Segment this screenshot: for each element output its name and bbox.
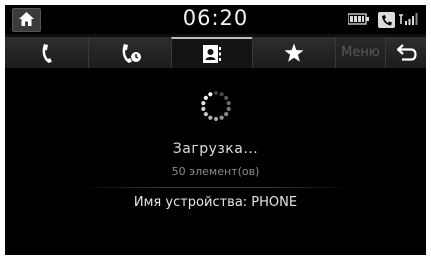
tab-call-log[interactable] xyxy=(5,37,88,68)
spinner-dot xyxy=(226,101,231,106)
spinner-dot xyxy=(208,92,213,97)
head-unit-screen: 06:20 Меню Загрузка... 50 элемент(ов) Им… xyxy=(5,5,426,255)
back-button[interactable] xyxy=(385,37,426,68)
spinner-dot xyxy=(226,106,231,111)
bluetooth-phone-icon xyxy=(378,12,395,28)
spinner-dot xyxy=(219,115,224,120)
spinner-dot xyxy=(203,95,208,100)
tab-contacts[interactable] xyxy=(171,37,252,68)
spinner-dot xyxy=(208,115,213,120)
signal-icon xyxy=(399,13,418,25)
spinner-dot xyxy=(224,95,229,100)
spinner-dot xyxy=(203,112,208,117)
status-bar: 06:20 xyxy=(5,5,426,34)
spinner-dot xyxy=(224,112,229,117)
star-icon xyxy=(284,43,304,62)
spinner-dot xyxy=(219,92,224,97)
favorites-call-icon xyxy=(122,43,141,63)
spinner-dot xyxy=(213,90,219,96)
tab-bar: Меню xyxy=(5,34,426,68)
spinner-dot xyxy=(201,101,206,106)
device-name: Имя устройства: PHONE xyxy=(133,195,298,210)
tab-favorites-call[interactable] xyxy=(88,37,171,68)
spinner-dot xyxy=(201,106,206,111)
tab-favorites[interactable] xyxy=(252,37,335,68)
call-log-icon xyxy=(42,43,52,63)
contacts-icon xyxy=(203,44,221,63)
back-arrow-icon xyxy=(397,44,417,61)
divider xyxy=(80,187,351,188)
menu-button[interactable]: Меню xyxy=(335,37,385,68)
loading-spinner-icon xyxy=(201,90,231,122)
loading-status: Загрузка... xyxy=(172,141,259,157)
spinner-dot xyxy=(213,116,219,122)
item-count: 50 элемент(ов) xyxy=(171,165,260,178)
battery-icon xyxy=(348,13,369,25)
